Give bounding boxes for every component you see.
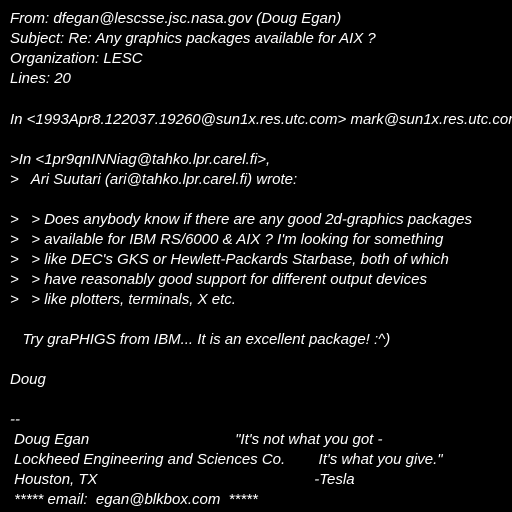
signature-line: Lockheed Engineering and Sciences Co. It…: [10, 451, 443, 468]
quote-line: > > have reasonably good support for dif…: [10, 271, 427, 288]
signature-line: Doug Egan "It's not what you got -: [10, 431, 383, 448]
header-organization: Organization: LESC: [10, 50, 143, 67]
signature-separator: --: [10, 411, 20, 428]
sign-name: Doug: [10, 371, 46, 388]
header-from: From: dfegan@lescsse.jsc.nasa.gov (Doug …: [10, 10, 342, 27]
email-message: From: dfegan@lescsse.jsc.nasa.gov (Doug …: [0, 0, 512, 512]
quote-line: > > Does anybody know if there are any g…: [10, 211, 472, 228]
quote-line: > > like plotters, terminals, X etc.: [10, 291, 236, 308]
reply-text: Try graPHIGS from IBM... It is an excell…: [10, 331, 391, 348]
signature-email-line: ***** email: egan@blkbox.com *****: [10, 491, 258, 508]
signature-line: Houston, TX -Tesla: [10, 471, 355, 488]
attribution-line: In <1993Apr8.122037.19260@sun1x.res.utc.…: [10, 111, 512, 128]
quote-line: > > available for IBM RS/6000 & AIX ? I'…: [10, 231, 444, 248]
quote-author: > Ari Suutari (ari@tahko.lpr.carel.fi) w…: [10, 171, 298, 188]
quote-line: > > like DEC's GKS or Hewlett-Packards S…: [10, 251, 449, 268]
quote-reference: >In <1pr9qnINNiag@tahko.lpr.carel.fi>,: [10, 151, 271, 168]
header-subject: Subject: Re: Any graphics packages avail…: [10, 30, 376, 47]
header-lines: Lines: 20: [10, 70, 71, 87]
